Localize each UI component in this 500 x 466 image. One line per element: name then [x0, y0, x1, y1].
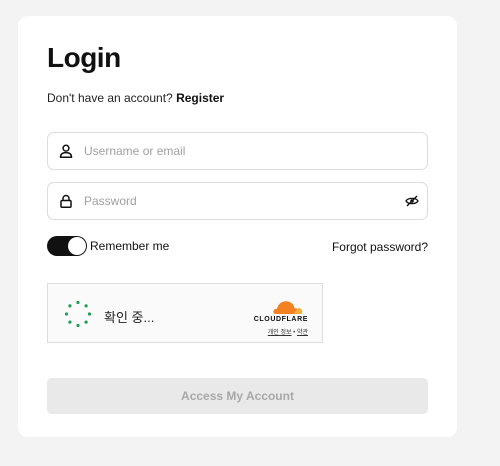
spinner-icon: [64, 300, 92, 328]
terms-link[interactable]: 약관: [297, 330, 308, 336]
password-field[interactable]: [47, 182, 428, 220]
register-prompt: Don't have an account? Register: [47, 91, 224, 105]
lock-icon: [48, 194, 84, 208]
eye-off-icon[interactable]: [397, 195, 427, 207]
captcha-status: 확인 중...: [104, 310, 155, 325]
username-input[interactable]: [84, 133, 427, 169]
toggle-knob: [68, 237, 86, 255]
remember-me-toggle[interactable]: [47, 236, 87, 256]
forgot-password-link[interactable]: Forgot password?: [332, 240, 428, 254]
cloudflare-brand: CLOUDFLARE: [253, 316, 308, 323]
username-field[interactable]: [47, 132, 428, 170]
register-link[interactable]: Register: [176, 91, 224, 105]
page-title: Login: [47, 42, 121, 73]
password-input[interactable]: [84, 183, 397, 219]
login-card: Login Don't have an account? Register Us…: [18, 16, 457, 437]
link-separator: •: [293, 330, 296, 336]
access-account-button[interactable]: Access My Account: [47, 378, 428, 414]
user-icon: [48, 144, 84, 158]
no-account-text: Don't have an account?: [47, 91, 173, 105]
captcha-widget[interactable]: 확인 중... CLOUDFLARE 개인 정보 • 약관: [47, 283, 323, 343]
remember-me-label: Remember me: [90, 239, 170, 253]
privacy-link[interactable]: 개인 정보: [268, 330, 292, 336]
captcha-links: 개인 정보 • 약관: [268, 327, 308, 336]
cloud-icon: [273, 301, 303, 314]
